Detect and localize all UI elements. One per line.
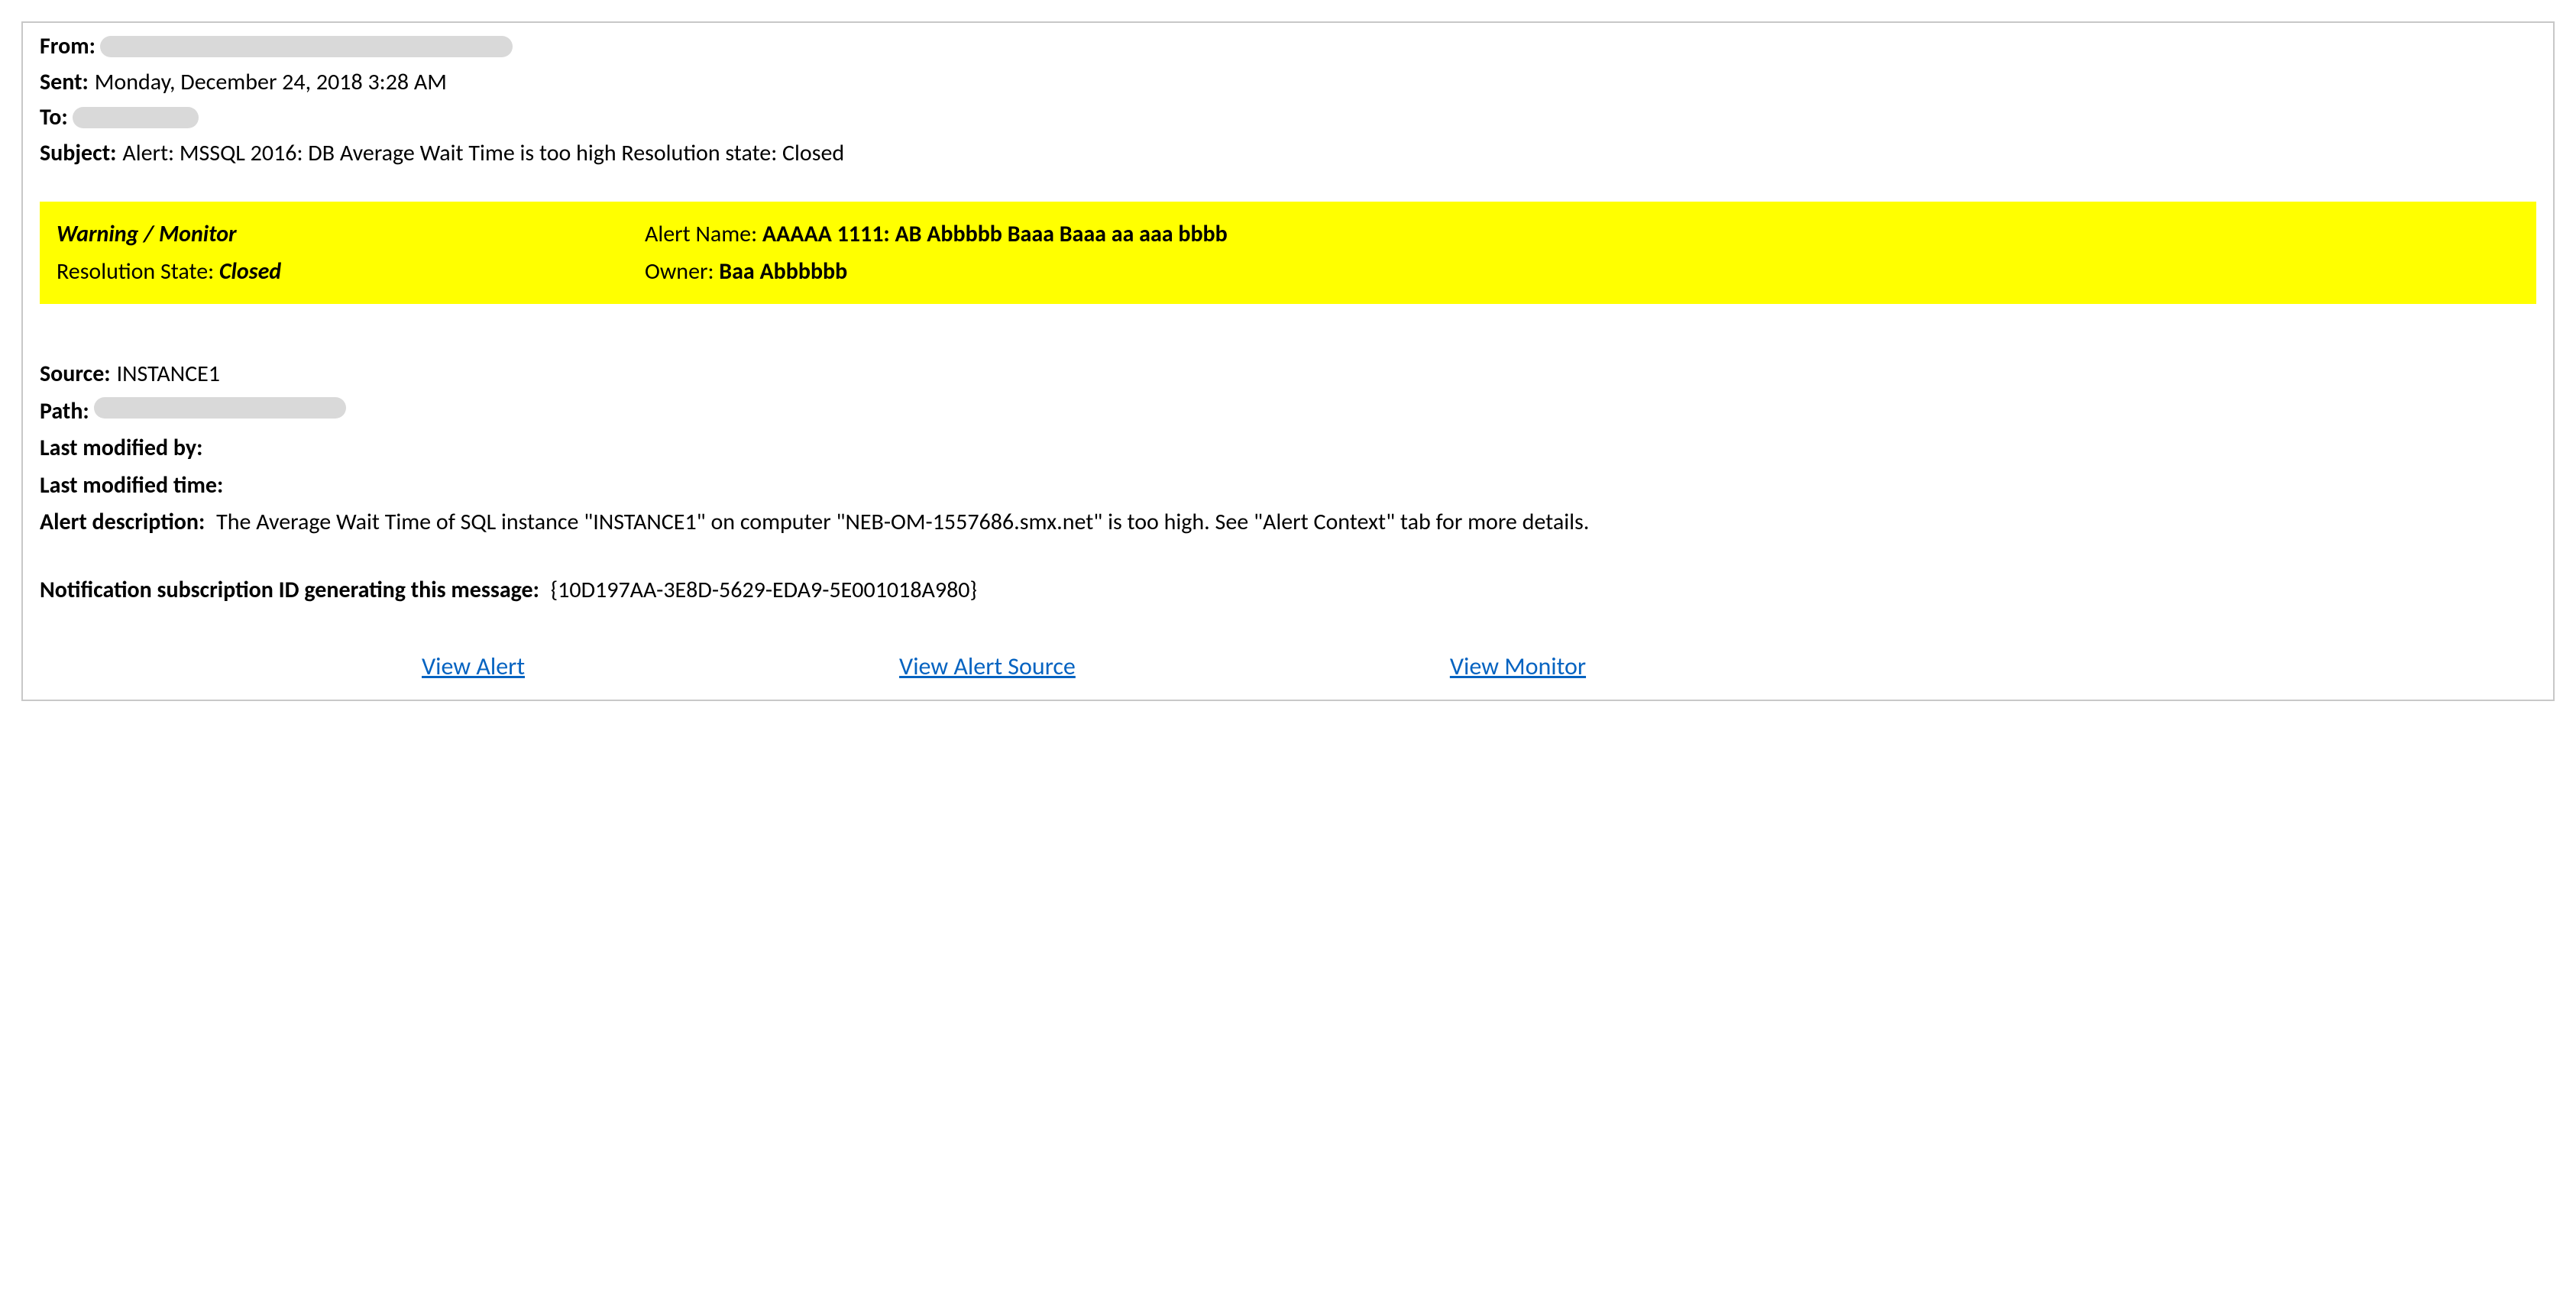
alert-description-value: The Average Wait Time of SQL instance "I… (216, 508, 1589, 536)
highlight-block: Warning / Monitor Alert Name: AAAAA 1111… (40, 202, 2536, 304)
links-row: View Alert View Alert Source View Monito… (40, 651, 2536, 681)
resolution-state-value: Closed (219, 257, 281, 286)
sent-value: Monday, December 24, 2018 3:28 AM (95, 67, 447, 99)
last-modified-by-row: Last modified by: (40, 430, 2536, 467)
to-label: To: (40, 102, 68, 134)
path-row: Path: (40, 393, 2536, 431)
view-monitor-link[interactable]: View Monitor (1450, 651, 1586, 681)
resolution-state-cell: Resolution State: Closed (57, 257, 645, 286)
alert-name-value: AAAAA 1111: AB Abbbbb Baaa Baaa aa aaa b… (762, 220, 1228, 248)
to-redacted (73, 107, 199, 128)
subject-row: Subject: Alert: MSSQL 2016: DB Average W… (40, 136, 2536, 172)
alert-name-label: Alert Name: (645, 220, 762, 248)
view-alert-source-link[interactable]: View Alert Source (899, 651, 1076, 681)
alert-description-label: Alert description: (40, 508, 205, 536)
highlight-row-2: Resolution State: Closed Owner: Baa Abbb… (40, 253, 2536, 290)
source-row: Source: INSTANCE1 (40, 356, 2536, 393)
owner-value: Baa Abbbbbb (719, 257, 847, 286)
last-modified-by-label: Last modified by: (40, 434, 202, 462)
sent-row: Sent: Monday, December 24, 2018 3:28 AM (40, 65, 2536, 101)
path-label: Path: (40, 396, 89, 428)
to-row: To: (40, 100, 2536, 136)
subject-label: Subject: (40, 138, 116, 170)
email-container: From: Sent: Monday, December 24, 2018 3:… (21, 21, 2555, 701)
subject-value: Alert: MSSQL 2016: DB Average Wait Time … (122, 138, 844, 170)
from-redacted (100, 36, 513, 57)
subscription-row: Notification subscription ID generating … (40, 572, 2536, 609)
subscription-value: {10D197AA-3E8D-5629-EDA9-5E001018A980} (551, 576, 977, 604)
last-modified-time-label: Last modified time: (40, 471, 223, 499)
alert-description-row: Alert description: The Average Wait Time… (40, 504, 2536, 541)
owner-label: Owner: (645, 257, 719, 286)
from-label: From: (40, 31, 95, 63)
source-label: Source: (40, 359, 111, 390)
subscription-label: Notification subscription ID generating … (40, 576, 539, 604)
warning-monitor-label: Warning / Monitor (57, 220, 645, 248)
sent-label: Sent: (40, 67, 89, 99)
resolution-state-label: Resolution State: (57, 257, 219, 286)
last-modified-time-row: Last modified time: (40, 467, 2536, 505)
highlight-row-1: Warning / Monitor Alert Name: AAAAA 1111… (40, 215, 2536, 253)
alert-name-cell: Alert Name: AAAAA 1111: AB Abbbbb Baaa B… (645, 220, 2519, 248)
from-row: From: (40, 29, 2536, 65)
view-alert-link[interactable]: View Alert (422, 651, 525, 681)
owner-cell: Owner: Baa Abbbbbb (645, 257, 2519, 286)
source-value: INSTANCE1 (117, 359, 220, 390)
path-redacted (94, 397, 346, 419)
